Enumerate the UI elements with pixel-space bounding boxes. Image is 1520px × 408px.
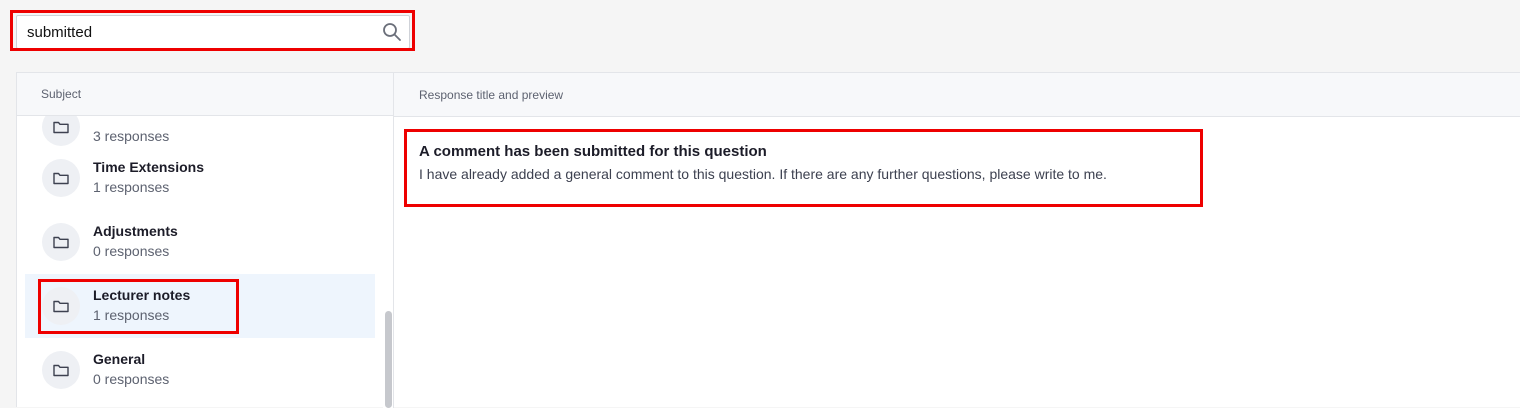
subject-header-label: Subject: [41, 87, 82, 101]
subject-scrollbar[interactable]: [383, 116, 393, 408]
folder-icon-circle: [42, 351, 80, 389]
folder-icon-circle: [42, 223, 80, 261]
folder-icon-circle: [42, 159, 80, 197]
subject-column: Subject 3 responses Time Extensions 1 re…: [17, 73, 394, 408]
subject-item-count: 3 responses: [93, 128, 170, 144]
subject-item-count: 0 responses: [93, 371, 170, 387]
response-header-label: Response title and preview: [419, 88, 564, 102]
subject-column-header: Subject: [17, 73, 393, 116]
response-column-header: Response title and preview: [394, 73, 1520, 117]
response-column: Response title and preview A comment has…: [394, 73, 1520, 408]
subject-item-count: 1 responses: [93, 179, 170, 195]
responses-panel: Subject 3 responses Time Extensions 1 re…: [16, 72, 1520, 408]
subject-list[interactable]: 3 responses Time Extensions 1 responses …: [17, 116, 383, 408]
subject-item-adjustments[interactable]: Adjustments 0 responses: [25, 210, 375, 274]
lecturer-notes-highlight-box: [38, 279, 239, 334]
folder-icon: [53, 364, 69, 377]
folder-icon: [53, 236, 69, 249]
folder-icon-circle: [42, 116, 80, 146]
subject-item-title: Time Extensions: [93, 159, 205, 175]
search-highlight-box: [10, 10, 415, 51]
subject-item-count: 0 responses: [93, 243, 170, 259]
subject-item-time-extensions[interactable]: Time Extensions 1 responses: [25, 146, 375, 210]
subject-item-title: Adjustments: [93, 223, 178, 239]
response-highlight-box: [404, 129, 1203, 207]
folder-icon: [53, 172, 69, 185]
folder-icon: [53, 121, 69, 134]
scrollbar-thumb[interactable]: [385, 311, 392, 408]
subject-item-general[interactable]: General 0 responses: [25, 338, 375, 402]
subject-item-title: General: [93, 351, 146, 367]
